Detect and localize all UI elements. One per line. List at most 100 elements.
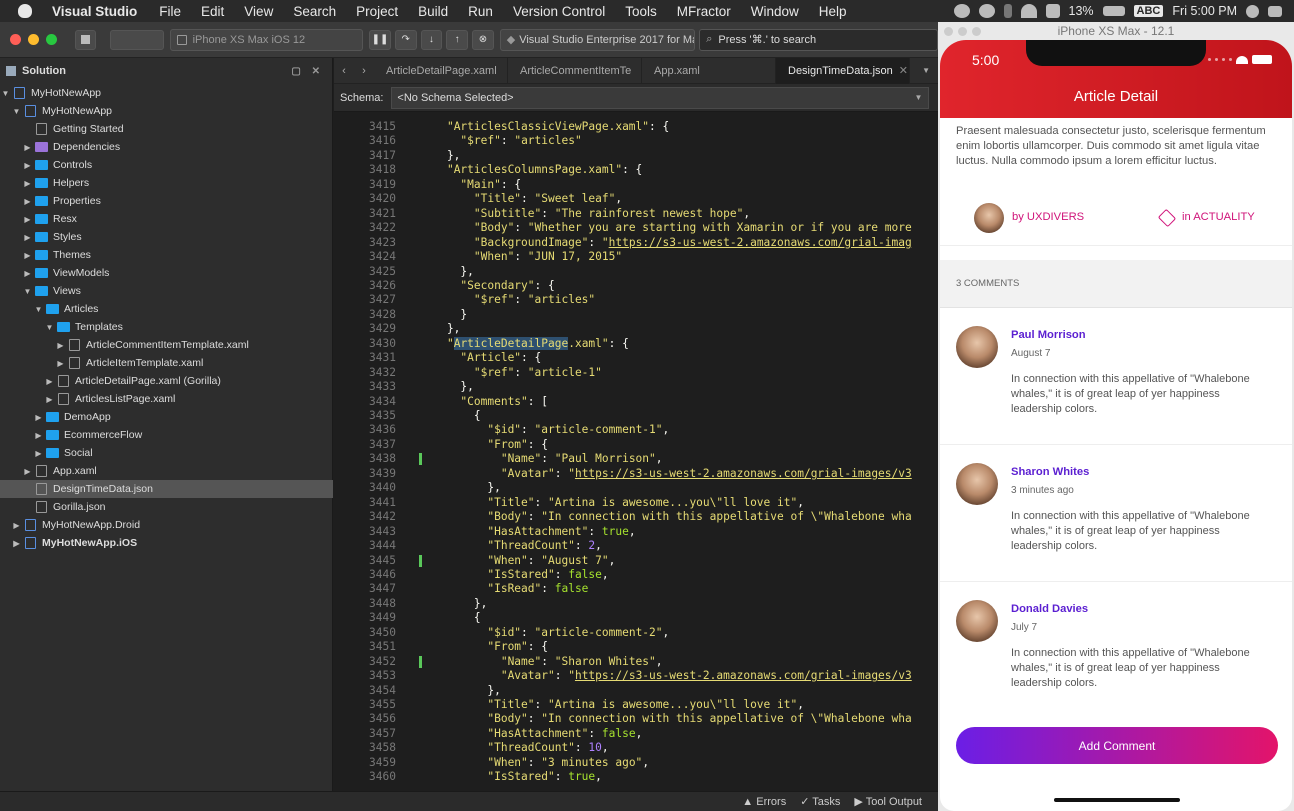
notification-center-icon[interactable] [1268,5,1282,17]
schema-dropdown[interactable]: <No Schema Selected> ▼ [391,86,930,109]
tree-item[interactable]: ▶ Helpers [0,174,333,192]
tool-output-button[interactable]: ▶ Tool Output [854,795,922,808]
step-over-button[interactable]: ↷ [394,29,417,50]
expanded-arrow-icon[interactable]: ▼ [44,323,55,332]
close-tab-icon[interactable]: ✕ [899,64,908,77]
tree-item[interactable]: ▶ ArticleDetailPage.xaml (Gorilla) [0,372,333,390]
volume-icon[interactable] [1045,4,1060,18]
expanded-arrow-icon[interactable]: ▼ [33,305,44,314]
menu-tools[interactable]: Tools [625,4,657,19]
collapsed-arrow-icon[interactable]: ▶ [22,179,33,188]
tree-item[interactable]: DesignTimeData.json [0,480,333,498]
menu-run[interactable]: Run [468,4,493,19]
collapsed-arrow-icon[interactable]: ▶ [22,161,33,170]
collapsed-arrow-icon[interactable]: ▶ [22,233,33,242]
menu-help[interactable]: Help [819,4,847,19]
menu-mfractor[interactable]: MFractor [677,4,731,19]
home-indicator[interactable] [1054,798,1180,802]
tab-article-detail-page[interactable]: ArticleDetailPage.xaml [374,57,508,84]
apple-icon[interactable] [18,4,32,18]
collapsed-arrow-icon[interactable]: ▶ [55,341,66,350]
collapsed-arrow-icon[interactable]: ▶ [22,143,33,152]
tree-item[interactable]: ▼ MyHotNewApp [0,84,333,102]
tree-item[interactable]: ▶ ArticleCommentItemTemplate.xaml [0,336,333,354]
menu-search[interactable]: Search [293,4,336,19]
collapsed-arrow-icon[interactable]: ▶ [22,251,33,260]
collapsed-arrow-icon[interactable]: ▶ [22,215,33,224]
tab-overflow-icon[interactable]: ▼ [922,66,930,75]
collapsed-arrow-icon[interactable]: ▶ [55,359,66,368]
tree-item[interactable]: ▶ ArticleItemTemplate.xaml [0,354,333,372]
collapsed-arrow-icon[interactable]: ▶ [33,413,44,422]
collapsed-arrow-icon[interactable]: ▶ [33,449,44,458]
menu-build[interactable]: Build [418,4,448,19]
bluetooth-icon[interactable] [1003,4,1012,18]
pause-button[interactable]: ❚❚ [369,29,391,50]
back-nav-icon[interactable]: ‹ [334,65,354,77]
menu-file[interactable]: File [159,4,181,19]
zoom-window-icon[interactable] [45,34,57,45]
collapsed-arrow-icon[interactable]: ▶ [44,377,55,386]
tree-item[interactable]: Gorilla.json [0,498,333,516]
comment-item[interactable]: Paul Morrison August 7 In connection wit… [940,308,1292,445]
collapsed-arrow-icon[interactable]: ▶ [22,269,33,278]
record-icon[interactable] [978,4,995,18]
tree-item[interactable]: ▶ Resx [0,210,333,228]
tree-item[interactable]: ▶ MyHotNewApp.Droid [0,516,333,534]
tree-item[interactable]: ▶ Controls [0,156,333,174]
collapsed-arrow-icon[interactable]: ▶ [33,431,44,440]
collapsed-arrow-icon[interactable]: ▶ [11,539,22,548]
tree-item[interactable]: ▼ Views [0,282,333,300]
clock[interactable]: Fri 5:00 PM [1172,4,1237,18]
collapsed-arrow-icon[interactable]: ▶ [22,467,33,476]
step-into-button[interactable]: ↓ [420,29,443,50]
collapsed-arrow-icon[interactable]: ▶ [22,197,33,206]
expanded-arrow-icon[interactable]: ▼ [0,89,11,98]
menu-version-control[interactable]: Version Control [513,4,605,19]
tree-item[interactable]: ▶ Themes [0,246,333,264]
wifi-icon[interactable] [1020,4,1037,18]
tree-item[interactable]: ▶ Social [0,444,333,462]
tree-item[interactable]: ▼ Articles [0,300,333,318]
close-window-icon[interactable] [10,34,21,45]
spotlight-icon[interactable] [1246,4,1259,18]
exception-button[interactable]: ⊗ [472,29,494,50]
window-controls[interactable] [944,26,981,36]
tree-item[interactable]: ▶ Styles [0,228,333,246]
tree-item[interactable]: ▶ DemoApp [0,408,333,426]
user-icon[interactable] [953,4,970,18]
category-link[interactable]: in ACTUALITY [1182,210,1255,225]
tasks-button[interactable]: ✓ Tasks [800,795,840,808]
search-input[interactable]: ⌕ Press '⌘.' to search [699,28,939,51]
tree-item[interactable]: ▼ Templates [0,318,333,336]
app-menu[interactable]: Visual Studio [52,4,137,19]
forward-nav-icon[interactable]: › [354,65,374,77]
author-link[interactable]: by UXDIVERS [1012,210,1152,225]
add-comment-button[interactable]: Add Comment [956,727,1278,764]
configuration-button[interactable] [110,29,164,50]
tab-app-xaml[interactable]: App.xaml [642,57,776,84]
menu-project[interactable]: Project [356,4,398,19]
stop-button[interactable] [74,29,97,50]
menu-window[interactable]: Window [751,4,799,19]
tree-item[interactable]: Getting Started [0,120,333,138]
collapsed-arrow-icon[interactable]: ▶ [11,521,22,530]
minimize-window-icon[interactable] [27,34,39,45]
collapsed-arrow-icon[interactable]: ▶ [44,395,55,404]
tab-design-time-data[interactable]: DesignTimeData.json ✕ [776,57,910,84]
code-area[interactable]: 3415 "ArticlesClassicViewPage.xaml": {34… [334,112,938,791]
pad-controls[interactable]: ▢ ✕ [291,66,324,77]
tree-item[interactable]: ▶ MyHotNewApp.iOS [0,534,333,552]
input-source[interactable]: ABC [1133,5,1164,17]
tree-item[interactable]: ▶ EcommerceFlow [0,426,333,444]
tree-item[interactable]: ▶ Dependencies [0,138,333,156]
comment-item[interactable]: Sharon Whites 3 minutes ago In connectio… [940,445,1292,582]
menu-view[interactable]: View [244,4,273,19]
tree-item[interactable]: ▶ Properties [0,192,333,210]
tab-article-comment-item[interactable]: ArticleCommentItemTe [508,57,642,84]
errors-button[interactable]: ▲ Errors [742,796,786,808]
menu-edit[interactable]: Edit [201,4,224,19]
comment-item[interactable]: Donald Davies July 7 In connection with … [940,582,1292,719]
tree-item[interactable]: ▶ ViewModels [0,264,333,282]
expanded-arrow-icon[interactable]: ▼ [11,107,22,116]
